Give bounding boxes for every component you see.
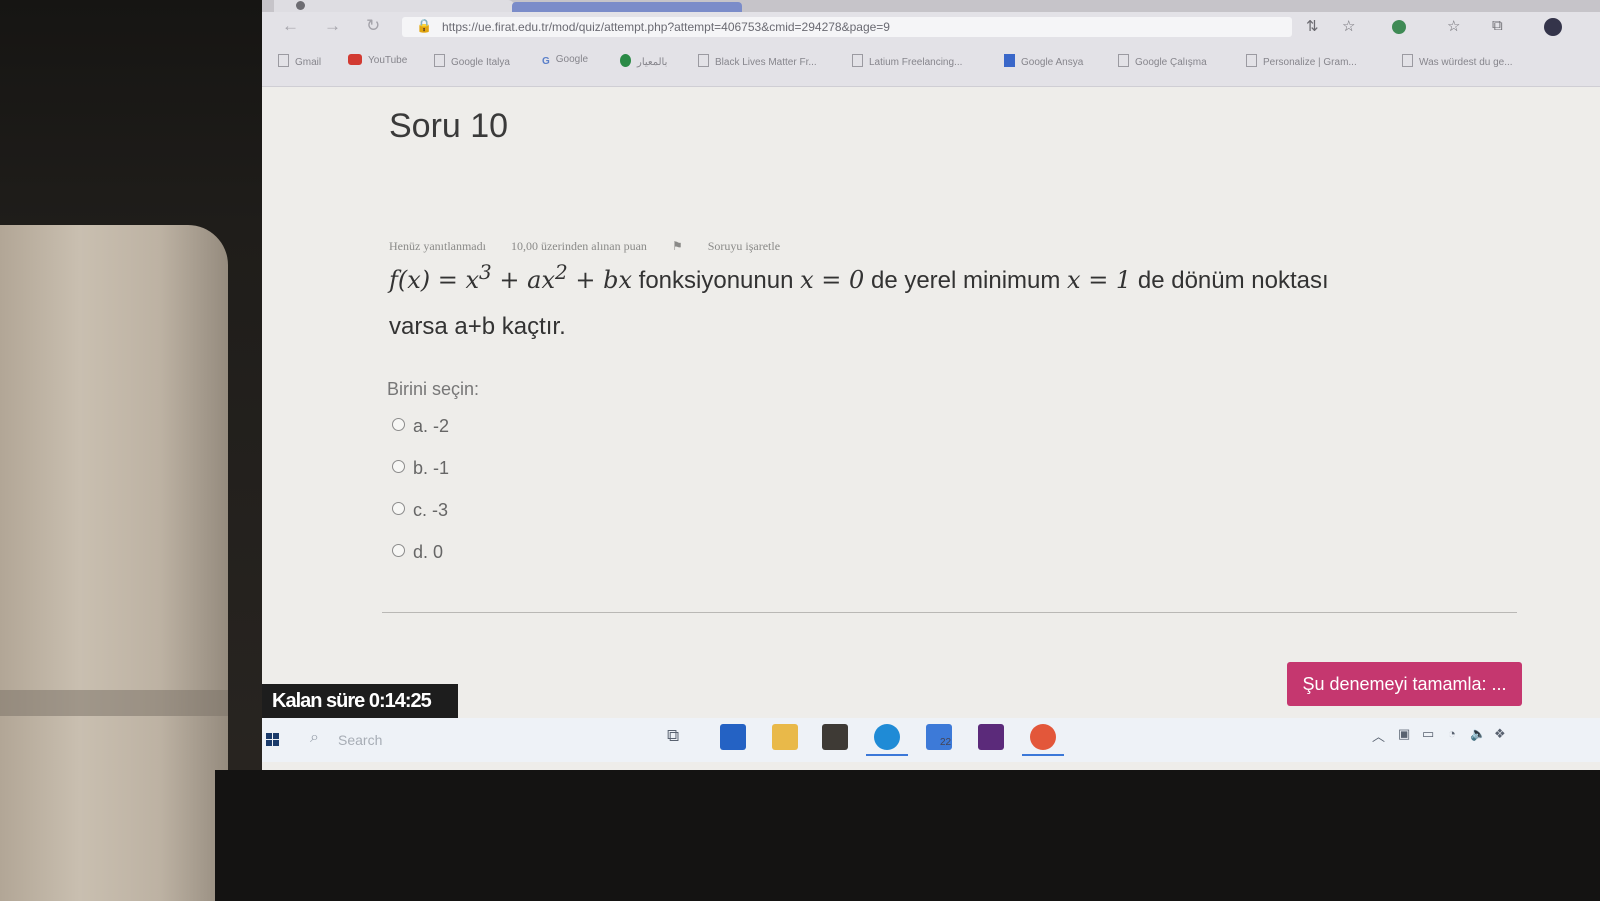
lock-icon: 🔒 — [416, 18, 433, 33]
browser-toolbar: ← → ↻ 🔒 https://ue.firat.edu.tr/mod/quiz… — [262, 12, 1600, 42]
page-icon — [852, 54, 863, 67]
volume-icon[interactable]: 🔈 — [1470, 726, 1486, 742]
exponent-3: 3 — [479, 260, 492, 284]
mail-badge: 22 — [940, 737, 952, 748]
condition-x1: x = 1 — [1067, 266, 1132, 294]
chrome-icon[interactable] — [1030, 724, 1056, 750]
radio-option-c[interactable] — [392, 502, 405, 515]
search-icon: ⌕ — [310, 729, 319, 746]
extension-icon[interactable] — [1392, 20, 1406, 34]
background-curtain-stripe — [0, 690, 228, 716]
question-title: Soru 10 — [389, 107, 509, 145]
function-fx: f(x) = x — [389, 266, 480, 294]
term-ax: + ax — [491, 266, 555, 294]
option-c[interactable]: c. -3 — [392, 500, 448, 521]
youtube-icon — [348, 54, 362, 65]
profile-avatar[interactable] — [1544, 18, 1562, 36]
condition-x0: x = 0 — [800, 266, 865, 294]
page-icon — [278, 54, 289, 67]
collections-icon[interactable]: ⧉ — [1492, 17, 1503, 34]
question-text-part-3: de dönüm noktası — [1131, 267, 1329, 294]
read-aloud-icon[interactable]: ⇅ — [1306, 17, 1319, 35]
bookmark-youtube[interactable]: YouTube — [348, 54, 407, 66]
bookmark-google[interactable]: G Google — [542, 54, 588, 67]
bookmark-latium[interactable]: Latium Freelancing... — [852, 54, 962, 68]
bookmark-gmail[interactable]: Gmail — [278, 54, 321, 68]
question-text-part-2: de yerel minimum — [864, 267, 1068, 294]
page-icon — [1402, 54, 1413, 67]
page-icon — [698, 54, 709, 67]
wifi-icon[interactable]: ◔ — [1448, 726, 1456, 741]
favorite-star-icon[interactable]: ☆ — [1342, 17, 1355, 35]
tray-battery-icon[interactable]: ▭ — [1422, 726, 1434, 742]
taskbar-search[interactable]: ⌕ Search — [302, 724, 662, 754]
outlook-icon[interactable] — [720, 724, 746, 750]
bookmarks-bar: Gmail YouTube Google Italya G Google بالم… — [262, 42, 1600, 87]
bookmark-google-ansya[interactable]: Google Ansya — [1004, 54, 1083, 68]
windows-start-icon[interactable] — [266, 733, 280, 747]
chrome-active-indicator — [1022, 754, 1064, 756]
address-bar[interactable]: 🔒 https://ue.firat.edu.tr/mod/quiz/attem… — [402, 17, 1292, 37]
back-icon[interactable]: ← — [282, 16, 299, 36]
tab-second[interactable] — [512, 2, 742, 12]
question-text: f(x) = x3 + ax2 + bx fonksiyonunun x = 0… — [389, 249, 1469, 350]
windows-taskbar: ⌕ Search ⧉ 22 ︿ ▣ ▭ ◔ 🔈 ❖ — [262, 718, 1600, 762]
address-url: https://ue.firat.edu.tr/mod/quiz/attempt… — [442, 20, 890, 34]
translate-icon — [1004, 54, 1015, 67]
forward-icon[interactable]: → — [324, 16, 341, 36]
radio-option-b[interactable] — [392, 460, 405, 473]
store-icon[interactable] — [822, 724, 848, 750]
tray-device-icon[interactable]: ▣ — [1398, 726, 1410, 742]
term-bx: + bx — [567, 266, 632, 294]
refresh-icon[interactable]: ↻ — [366, 16, 380, 36]
finish-attempt-button[interactable]: Şu denemeyi tamamla: ... — [1287, 662, 1522, 706]
radio-option-d[interactable] — [392, 544, 405, 557]
tray-chevron-icon[interactable]: ︿ — [1372, 726, 1385, 745]
dropbox-icon[interactable]: ❖ — [1494, 726, 1506, 742]
monitor-bezel — [215, 770, 1600, 901]
tab-strip — [262, 0, 1600, 12]
screen: ← → ↻ 🔒 https://ue.firat.edu.tr/mod/quiz… — [262, 0, 1600, 770]
bookmark-google-italya[interactable]: Google Italya — [434, 54, 510, 68]
divider — [382, 612, 1517, 613]
quiz-timer: Kalan süre 0:14:25 — [262, 684, 458, 718]
option-b[interactable]: b. -1 — [392, 458, 449, 479]
option-a[interactable]: a. -2 — [392, 416, 449, 437]
bookmark-google-calisma[interactable]: Google Çalışma — [1118, 54, 1207, 68]
edge-active-indicator — [866, 754, 908, 756]
bookmark-personalize[interactable]: Personalize | Gram... — [1246, 54, 1357, 68]
green-circle-icon — [620, 54, 631, 67]
tab-favicon-icon — [296, 1, 305, 10]
taskbar-search-placeholder: Search — [338, 732, 383, 748]
bookmark-arabic[interactable]: بالمعيار — [620, 54, 667, 68]
file-explorer-icon[interactable] — [772, 724, 798, 750]
bookmark-black-lives-matter[interactable]: Black Lives Matter Fr... — [698, 54, 817, 68]
edge-icon[interactable] — [874, 724, 900, 750]
page-icon — [1118, 54, 1129, 67]
task-view-icon[interactable]: ⧉ — [667, 726, 679, 746]
page-icon — [1246, 54, 1257, 67]
background-curtain — [0, 225, 228, 901]
app-icon[interactable] — [978, 724, 1004, 750]
bookmark-was-wuerdest[interactable]: Was würdest du ge... — [1402, 54, 1513, 68]
page-icon — [434, 54, 445, 67]
exponent-2: 2 — [555, 260, 568, 284]
active-tab[interactable] — [274, 0, 514, 12]
radio-option-a[interactable] — [392, 418, 405, 431]
question-text-part-1: fonksiyonunun — [632, 267, 801, 294]
option-d[interactable]: d. 0 — [392, 542, 443, 563]
choose-label: Birini seçin: — [387, 379, 480, 399]
google-icon: G — [542, 56, 550, 67]
favorites-icon[interactable]: ☆ — [1447, 17, 1460, 35]
question-text-line-2: varsa a+b kaçtır. — [389, 313, 566, 340]
